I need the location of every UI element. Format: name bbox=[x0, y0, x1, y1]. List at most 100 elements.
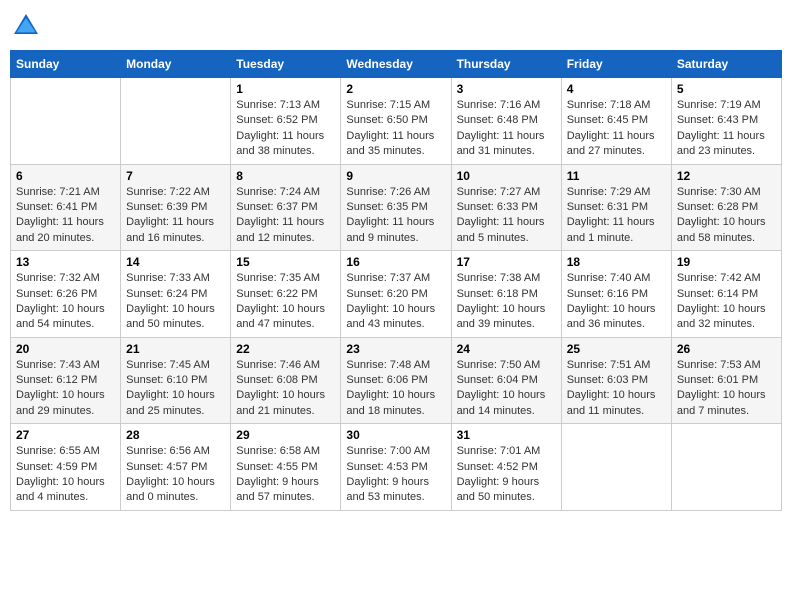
day-info: Sunrise: 7:40 AMSunset: 6:16 PMDaylight:… bbox=[567, 271, 666, 333]
day-cell: 16 Sunrise: 7:37 AMSunset: 6:20 PMDayligh… bbox=[341, 251, 451, 338]
week-row-3: 13 Sunrise: 7:32 AMSunset: 6:26 PMDayligh… bbox=[11, 251, 782, 338]
day-cell: 5 Sunrise: 7:19 AMSunset: 6:43 PMDaylight… bbox=[671, 78, 781, 165]
day-number: 15 bbox=[236, 255, 335, 269]
day-number: 4 bbox=[567, 82, 666, 96]
day-cell: 1 Sunrise: 7:13 AMSunset: 6:52 PMDaylight… bbox=[231, 78, 341, 165]
day-info: Sunrise: 7:35 AMSunset: 6:22 PMDaylight:… bbox=[236, 271, 335, 333]
day-cell: 2 Sunrise: 7:15 AMSunset: 6:50 PMDaylight… bbox=[341, 78, 451, 165]
day-cell: 31 Sunrise: 7:01 AMSunset: 4:52 PMDayligh… bbox=[451, 424, 561, 511]
day-number: 6 bbox=[16, 169, 115, 183]
day-cell bbox=[561, 424, 671, 511]
day-info: Sunrise: 7:16 AMSunset: 6:48 PMDaylight:… bbox=[457, 98, 556, 160]
weekday-header-wednesday: Wednesday bbox=[341, 51, 451, 78]
day-info: Sunrise: 7:37 AMSunset: 6:20 PMDaylight:… bbox=[346, 271, 445, 333]
day-info: Sunrise: 7:15 AMSunset: 6:50 PMDaylight:… bbox=[346, 98, 445, 160]
day-info: Sunrise: 7:33 AMSunset: 6:24 PMDaylight:… bbox=[126, 271, 225, 333]
weekday-header-monday: Monday bbox=[121, 51, 231, 78]
day-info: Sunrise: 7:50 AMSunset: 6:04 PMDaylight:… bbox=[457, 358, 556, 420]
day-info: Sunrise: 7:29 AMSunset: 6:31 PMDaylight:… bbox=[567, 185, 666, 247]
day-info: Sunrise: 7:38 AMSunset: 6:18 PMDaylight:… bbox=[457, 271, 556, 333]
day-number: 16 bbox=[346, 255, 445, 269]
day-cell: 6 Sunrise: 7:21 AMSunset: 6:41 PMDaylight… bbox=[11, 164, 121, 251]
weekday-header-sunday: Sunday bbox=[11, 51, 121, 78]
day-number: 21 bbox=[126, 342, 225, 356]
day-number: 27 bbox=[16, 428, 115, 442]
day-info: Sunrise: 7:21 AMSunset: 6:41 PMDaylight:… bbox=[16, 185, 115, 247]
day-cell: 22Sunrise: 7:46 AMSunset: 6:08 PMDayligh… bbox=[231, 337, 341, 424]
day-number: 29 bbox=[236, 428, 335, 442]
day-info: Sunrise: 7:00 AMSunset: 4:53 PMDaylight:… bbox=[346, 444, 445, 506]
day-cell: 20 Sunrise: 7:43 AMSunset: 6:12 PMDayligh… bbox=[11, 337, 121, 424]
day-info: Sunrise: 6:56 AMSunset: 4:57 PMDaylight:… bbox=[126, 444, 225, 506]
day-info: Sunrise: 7:32 AMSunset: 6:26 PMDaylight:… bbox=[16, 271, 115, 333]
day-number: 13 bbox=[16, 255, 115, 269]
day-cell: 21 Sunrise: 7:45 AMSunset: 6:10 PMDayligh… bbox=[121, 337, 231, 424]
day-number: 25 bbox=[567, 342, 666, 356]
day-info: Sunrise: 7:26 AMSunset: 6:35 PMDaylight:… bbox=[346, 185, 445, 247]
day-number: 24 bbox=[457, 342, 556, 356]
day-cell: 12Sunrise: 7:30 AMSunset: 6:28 PMDayligh… bbox=[671, 164, 781, 251]
day-cell: 25 Sunrise: 7:51 AMSunset: 6:03 PMDayligh… bbox=[561, 337, 671, 424]
day-cell: 28 Sunrise: 6:56 AMSunset: 4:57 PMDayligh… bbox=[121, 424, 231, 511]
day-info: Sunrise: 7:45 AMSunset: 6:10 PMDaylight:… bbox=[126, 358, 225, 420]
day-cell: 17 Sunrise: 7:38 AMSunset: 6:18 PMDayligh… bbox=[451, 251, 561, 338]
day-number: 26 bbox=[677, 342, 776, 356]
day-info: Sunrise: 6:58 AMSunset: 4:55 PMDaylight:… bbox=[236, 444, 335, 506]
day-cell: 10Sunrise: 7:27 AMSunset: 6:33 PMDayligh… bbox=[451, 164, 561, 251]
weekday-header-thursday: Thursday bbox=[451, 51, 561, 78]
day-cell: 29 Sunrise: 6:58 AMSunset: 4:55 PMDayligh… bbox=[231, 424, 341, 511]
day-cell: 27 Sunrise: 6:55 AMSunset: 4:59 PMDayligh… bbox=[11, 424, 121, 511]
day-info: Sunrise: 7:01 AMSunset: 4:52 PMDaylight:… bbox=[457, 444, 556, 506]
day-number: 5 bbox=[677, 82, 776, 96]
day-info: Sunrise: 7:43 AMSunset: 6:12 PMDaylight:… bbox=[16, 358, 115, 420]
day-number: 1 bbox=[236, 82, 335, 96]
day-info: Sunrise: 7:19 AMSunset: 6:43 PMDaylight:… bbox=[677, 98, 776, 160]
week-row-5: 27 Sunrise: 6:55 AMSunset: 4:59 PMDayligh… bbox=[11, 424, 782, 511]
logo bbox=[10, 10, 46, 42]
day-number: 10 bbox=[457, 169, 556, 183]
day-number: 22 bbox=[236, 342, 335, 356]
week-row-4: 20 Sunrise: 7:43 AMSunset: 6:12 PMDayligh… bbox=[11, 337, 782, 424]
day-number: 17 bbox=[457, 255, 556, 269]
day-number: 8 bbox=[236, 169, 335, 183]
day-cell: 9 Sunrise: 7:26 AMSunset: 6:35 PMDaylight… bbox=[341, 164, 451, 251]
weekday-header-row: SundayMondayTuesdayWednesdayThursdayFrid… bbox=[11, 51, 782, 78]
weekday-header-tuesday: Tuesday bbox=[231, 51, 341, 78]
logo-icon bbox=[10, 10, 42, 42]
day-cell: 11 Sunrise: 7:29 AMSunset: 6:31 PMDayligh… bbox=[561, 164, 671, 251]
day-info: Sunrise: 7:51 AMSunset: 6:03 PMDaylight:… bbox=[567, 358, 666, 420]
day-cell: 30Sunrise: 7:00 AMSunset: 4:53 PMDayligh… bbox=[341, 424, 451, 511]
week-row-1: 1 Sunrise: 7:13 AMSunset: 6:52 PMDaylight… bbox=[11, 78, 782, 165]
day-number: 31 bbox=[457, 428, 556, 442]
day-cell bbox=[671, 424, 781, 511]
day-cell bbox=[121, 78, 231, 165]
day-cell bbox=[11, 78, 121, 165]
day-info: Sunrise: 6:55 AMSunset: 4:59 PMDaylight:… bbox=[16, 444, 115, 506]
day-info: Sunrise: 7:22 AMSunset: 6:39 PMDaylight:… bbox=[126, 185, 225, 247]
day-cell: 14 Sunrise: 7:33 AMSunset: 6:24 PMDayligh… bbox=[121, 251, 231, 338]
day-number: 20 bbox=[16, 342, 115, 356]
day-number: 12 bbox=[677, 169, 776, 183]
day-number: 11 bbox=[567, 169, 666, 183]
day-number: 2 bbox=[346, 82, 445, 96]
day-info: Sunrise: 7:18 AMSunset: 6:45 PMDaylight:… bbox=[567, 98, 666, 160]
day-cell: 18 Sunrise: 7:40 AMSunset: 6:16 PMDayligh… bbox=[561, 251, 671, 338]
day-cell: 24 Sunrise: 7:50 AMSunset: 6:04 PMDayligh… bbox=[451, 337, 561, 424]
day-cell: 19Sunrise: 7:42 AMSunset: 6:14 PMDayligh… bbox=[671, 251, 781, 338]
day-number: 14 bbox=[126, 255, 225, 269]
page-header bbox=[10, 10, 782, 42]
day-info: Sunrise: 7:13 AMSunset: 6:52 PMDaylight:… bbox=[236, 98, 335, 160]
day-cell: 13 Sunrise: 7:32 AMSunset: 6:26 PMDayligh… bbox=[11, 251, 121, 338]
calendar: SundayMondayTuesdayWednesdayThursdayFrid… bbox=[10, 50, 782, 511]
day-cell: 23Sunrise: 7:48 AMSunset: 6:06 PMDayligh… bbox=[341, 337, 451, 424]
day-info: Sunrise: 7:48 AMSunset: 6:06 PMDaylight:… bbox=[346, 358, 445, 420]
day-cell: 26 Sunrise: 7:53 AMSunset: 6:01 PMDayligh… bbox=[671, 337, 781, 424]
day-number: 9 bbox=[346, 169, 445, 183]
day-number: 28 bbox=[126, 428, 225, 442]
day-info: Sunrise: 7:24 AMSunset: 6:37 PMDaylight:… bbox=[236, 185, 335, 247]
day-number: 7 bbox=[126, 169, 225, 183]
day-number: 18 bbox=[567, 255, 666, 269]
day-info: Sunrise: 7:42 AMSunset: 6:14 PMDaylight:… bbox=[677, 271, 776, 333]
weekday-header-saturday: Saturday bbox=[671, 51, 781, 78]
day-info: Sunrise: 7:53 AMSunset: 6:01 PMDaylight:… bbox=[677, 358, 776, 420]
